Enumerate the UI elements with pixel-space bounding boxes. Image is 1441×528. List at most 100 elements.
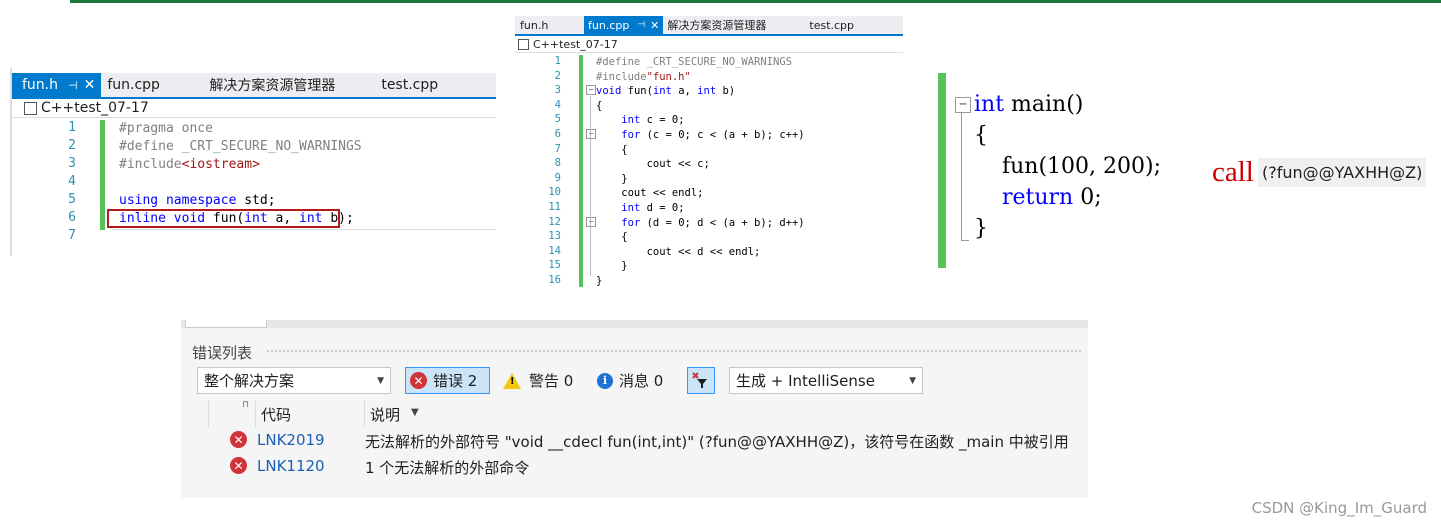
line-number: 2 (554, 69, 561, 82)
line-number: 3 (68, 156, 76, 171)
tab-label: fun.cpp (107, 77, 160, 93)
line-number: 3 (554, 84, 561, 97)
tab-bar: fun.h fun.cpp ⊣ ✕ 解决方案资源管理器 test.cpp (515, 16, 903, 34)
tab-bar: fun.h ⊣ ✕ fun.cpp 解决方案资源管理器 test.cpp (12, 73, 496, 97)
warnings-filter-label: 警告 0 (529, 372, 574, 390)
line-number: 1 (68, 120, 76, 135)
project-icon (518, 39, 529, 50)
messages-filter-label: 消息 0 (619, 372, 664, 390)
table-row[interactable]: ✕ LNK2019 无法解析的外部符号 "void __cdecl fun(in… (181, 427, 1088, 453)
line-number: 9 (554, 171, 561, 184)
close-icon[interactable]: ✕ (650, 19, 659, 32)
code-fun-cpp[interactable]: #define _CRT_SECURE_NO_WARNINGS #include… (596, 55, 805, 289)
error-icon: ✕ (230, 431, 247, 448)
error-list-panel: 错误列表 整个解决方案 ▼ ✕ 错误 2 ! 警告 0 i 消息 0 生成 + … (181, 320, 1088, 498)
error-icon: ✕ (410, 372, 427, 389)
error-icon: ✕ (230, 457, 247, 474)
highlight-box (107, 209, 340, 228)
watermark: CSDN @King_Im_Guard (1251, 499, 1427, 517)
project-label: C++test_07-17 (41, 100, 149, 116)
messages-filter-button[interactable]: i 消息 0 (593, 367, 677, 394)
tab-fun-h[interactable]: fun.h ⊣ ✕ (12, 73, 102, 97)
line-number: 5 (554, 113, 561, 126)
filter-button[interactable] (687, 367, 715, 394)
error-code-link[interactable]: LNK2019 (257, 431, 325, 449)
sort-icon: ⊓ (242, 400, 250, 410)
mangled-symbol: (?fun@@YAXHH@Z) (1258, 158, 1427, 187)
call-label: call (1212, 156, 1254, 188)
errors-filter-label: 错误 2 (433, 372, 478, 390)
column-description[interactable]: 说明 (370, 404, 400, 425)
line-number: 2 (68, 138, 76, 153)
tab-test-cpp[interactable]: test.cpp (803, 16, 860, 34)
line-number: 5 (68, 192, 76, 207)
table-row[interactable]: ✕ LNK1120 1 个无法解析的外部命令 (181, 453, 1088, 479)
code-main[interactable]: int main() { fun(100, 200); return 0; } (974, 89, 1161, 244)
column-header-row: ⊓ 代码 说明 ▼ (194, 400, 1088, 427)
chevron-down-icon: ▼ (377, 375, 384, 386)
change-bar (579, 55, 583, 287)
tab-solution-explorer[interactable]: 解决方案资源管理器 (203, 73, 375, 97)
line-number: 15 (548, 259, 561, 272)
line-number: 4 (554, 98, 561, 111)
line-number: 12 (548, 215, 561, 228)
line-number: 11 (548, 201, 561, 213)
line-number: 14 (548, 244, 561, 257)
collapse-toggle-icon[interactable]: − (586, 217, 596, 227)
collapse-toggle-icon[interactable]: − (955, 97, 971, 113)
line-number: 6 (68, 210, 76, 225)
tab-label: fun.h (22, 77, 58, 93)
change-bar (100, 120, 105, 230)
warning-icon: ! (503, 372, 521, 389)
line-number: 7 (554, 142, 561, 155)
tab-fun-cpp[interactable]: fun.cpp ⊣ ✕ (584, 16, 664, 34)
tab-fun-h[interactable]: fun.h (515, 16, 584, 34)
top-divider (70, 0, 1441, 3)
project-nav[interactable]: C++test_07-17 (515, 37, 903, 53)
line-number: 6 (554, 128, 561, 140)
chevron-down-icon[interactable]: ▼ (411, 407, 419, 418)
tab-label: 解决方案资源管理器 (209, 78, 336, 94)
error-description: 无法解析的外部符号 "void __cdecl fun(int,int)" (?… (365, 433, 1069, 451)
tab-label: fun.h (520, 18, 549, 32)
build-source-dropdown[interactable]: 生成 + IntelliSense ▼ (729, 367, 923, 394)
line-number: 10 (548, 186, 561, 199)
line-number-gutter: 1 2 3 4 5 6 7 (12, 120, 82, 255)
tab-label: 解决方案资源管理器 (667, 19, 767, 32)
tab-label: test.cpp (809, 18, 855, 32)
column-code[interactable]: 代码 (261, 404, 291, 425)
line-number: 13 (548, 230, 561, 243)
title-grip (266, 349, 1081, 354)
scope-dropdown-value: 整个解决方案 (204, 372, 295, 390)
line-number: 16 (548, 274, 561, 286)
filter-icon (692, 371, 707, 388)
tab-test-cpp[interactable]: test.cpp (375, 73, 444, 97)
tab-label: test.cpp (381, 77, 439, 93)
tab-label: fun.cpp (588, 18, 630, 32)
error-description: 1 个无法解析的外部命令 (365, 459, 530, 477)
project-icon (24, 101, 37, 115)
info-icon: i (597, 372, 613, 389)
line-number: 7 (68, 228, 76, 243)
line-number: 4 (68, 174, 76, 189)
project-label: C++test_07-17 (533, 38, 618, 51)
pin-icon[interactable]: ⊣ (637, 20, 645, 30)
build-source-value: 生成 + IntelliSense (736, 372, 875, 390)
line-number: 8 (554, 157, 561, 170)
error-list-title: 错误列表 (192, 344, 253, 362)
tab-fun-cpp[interactable]: fun.cpp (101, 73, 203, 97)
line-number: 1 (554, 55, 561, 67)
warnings-filter-button[interactable]: ! 警告 0 (499, 367, 583, 394)
change-bar (938, 73, 946, 268)
line-number-gutter: 1 2 3 4 5 6 7 8 9 10 11 12 13 14 15 16 (515, 55, 565, 287)
close-icon[interactable]: ✕ (84, 77, 96, 93)
errors-filter-button[interactable]: ✕ 错误 2 (405, 367, 490, 394)
scope-dropdown[interactable]: 整个解决方案 ▼ (197, 367, 391, 394)
collapse-toggle-icon[interactable]: − (586, 85, 596, 95)
tab-solution-explorer[interactable]: 解决方案资源管理器 (663, 16, 803, 34)
error-code-link[interactable]: LNK1120 (257, 457, 325, 475)
chevron-down-icon: ▼ (909, 375, 916, 386)
pin-icon[interactable]: ⊣ (68, 79, 78, 92)
project-nav[interactable]: C++test_07-17 (12, 99, 496, 118)
collapse-toggle-icon[interactable]: − (586, 129, 596, 139)
